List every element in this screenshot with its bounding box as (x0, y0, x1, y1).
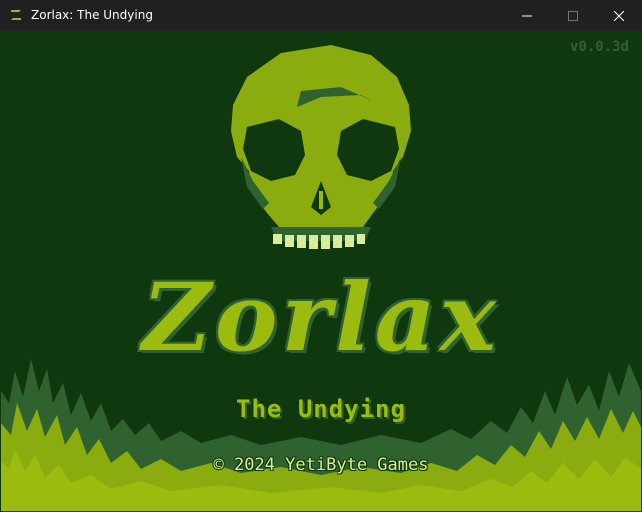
version-label: v0.0.3d (569, 39, 629, 55)
game-window: Zorlax: The Undying v0.0.3d Zorlax The U… (0, 0, 642, 512)
maximize-icon (568, 10, 578, 21)
copyright-notice: © 2024 YetiByte Games (213, 455, 429, 475)
title-bar[interactable]: Zorlax: The Undying (0, 0, 642, 31)
close-icon (614, 10, 624, 21)
game-logo-title: Zorlax (142, 263, 500, 373)
maximize-button[interactable] (550, 0, 596, 31)
close-button[interactable] (596, 0, 642, 31)
minimize-button[interactable] (504, 0, 550, 31)
window-title: Zorlax: The Undying (31, 8, 153, 22)
minimize-icon (522, 15, 532, 16)
game-subtitle: The Undying (236, 395, 406, 423)
zorlax-app-icon (11, 10, 21, 20)
skull-nose-glint (319, 191, 323, 209)
game-canvas[interactable]: v0.0.3d Zorlax The Undying © 2024 YetiBy… (1, 31, 641, 511)
